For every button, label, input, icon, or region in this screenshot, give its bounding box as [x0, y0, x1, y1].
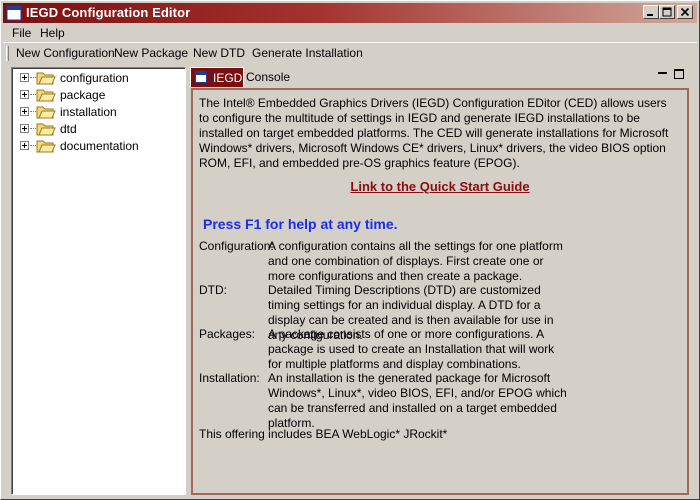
- definition-term: Packages:: [199, 327, 256, 341]
- window-title: IEGD Configuration Editor: [26, 5, 191, 20]
- help-hint: Press F1 for help at any time.: [203, 216, 398, 232]
- welcome-content: The Intel® Embedded Graphics Drivers (IE…: [191, 88, 689, 495]
- close-icon: [680, 7, 690, 17]
- tree-item-label: package: [60, 88, 106, 102]
- expand-icon[interactable]: [20, 90, 29, 99]
- quick-start-link[interactable]: Link to the Quick Start Guide: [193, 179, 687, 194]
- project-tree: configuration package installation dtd d…: [11, 67, 186, 495]
- app-window: IEGD Configuration Editor File Help New …: [0, 0, 700, 500]
- menu-bar: File Help: [3, 24, 697, 42]
- expand-icon[interactable]: [20, 73, 29, 82]
- generate-installation-button[interactable]: Generate Installation: [252, 46, 363, 60]
- menu-file[interactable]: File: [12, 26, 31, 40]
- folder-icon: [36, 123, 56, 136]
- tab-strip: IEGD Console: [190, 67, 690, 87]
- folder-icon: [36, 106, 56, 119]
- definition-desc: A configuration contains all the setting…: [268, 239, 563, 283]
- tab-console[interactable]: Console: [246, 70, 290, 84]
- tab-iegd[interactable]: IEGD: [190, 67, 244, 87]
- tab-label: IEGD: [213, 71, 243, 85]
- definition-term: Configuration:: [199, 239, 274, 253]
- definition-desc: An installation is the generated package…: [268, 371, 567, 430]
- view-maximize-icon[interactable]: [674, 69, 684, 79]
- expand-icon[interactable]: [20, 107, 29, 116]
- folder-icon: [36, 89, 56, 102]
- page-icon: [195, 71, 207, 83]
- toolbar: New Configuration New Package New DTD Ge…: [3, 42, 697, 64]
- maximize-button[interactable]: [659, 5, 675, 19]
- expand-icon[interactable]: [20, 141, 29, 150]
- new-configuration-button[interactable]: New Configuration: [16, 46, 115, 60]
- menu-help[interactable]: Help: [40, 26, 65, 40]
- definition-desc: A package consists of one or more config…: [268, 327, 555, 371]
- tree-item-label: configuration: [60, 71, 129, 85]
- editor-panel: IEGD Console The Intel® Embedded Graphic…: [190, 67, 690, 495]
- folder-icon: [36, 140, 56, 153]
- title-bar[interactable]: IEGD Configuration Editor: [3, 3, 697, 23]
- tree-item-label: installation: [60, 105, 117, 119]
- app-icon[interactable]: [6, 5, 22, 21]
- view-minimize-icon[interactable]: [658, 69, 667, 78]
- folder-icon: [36, 72, 56, 85]
- new-package-button[interactable]: New Package: [114, 46, 188, 60]
- minimize-button[interactable]: [643, 5, 659, 19]
- new-dtd-button[interactable]: New DTD: [193, 46, 245, 60]
- definition-term: Installation:: [199, 371, 260, 385]
- close-button[interactable]: [677, 5, 693, 19]
- definition-term: DTD:: [199, 283, 227, 297]
- toolbar-grip[interactable]: [6, 46, 9, 61]
- maximize-icon: [662, 7, 672, 17]
- expand-icon[interactable]: [20, 124, 29, 133]
- minimize-icon: [647, 14, 653, 16]
- tree-item-label: dtd: [60, 122, 77, 136]
- tree-item-label: documentation: [60, 139, 139, 153]
- footer-text: This offering includes BEA WebLogic* JRo…: [199, 427, 448, 441]
- intro-text: The Intel® Embedded Graphics Drivers (IE…: [199, 96, 669, 170]
